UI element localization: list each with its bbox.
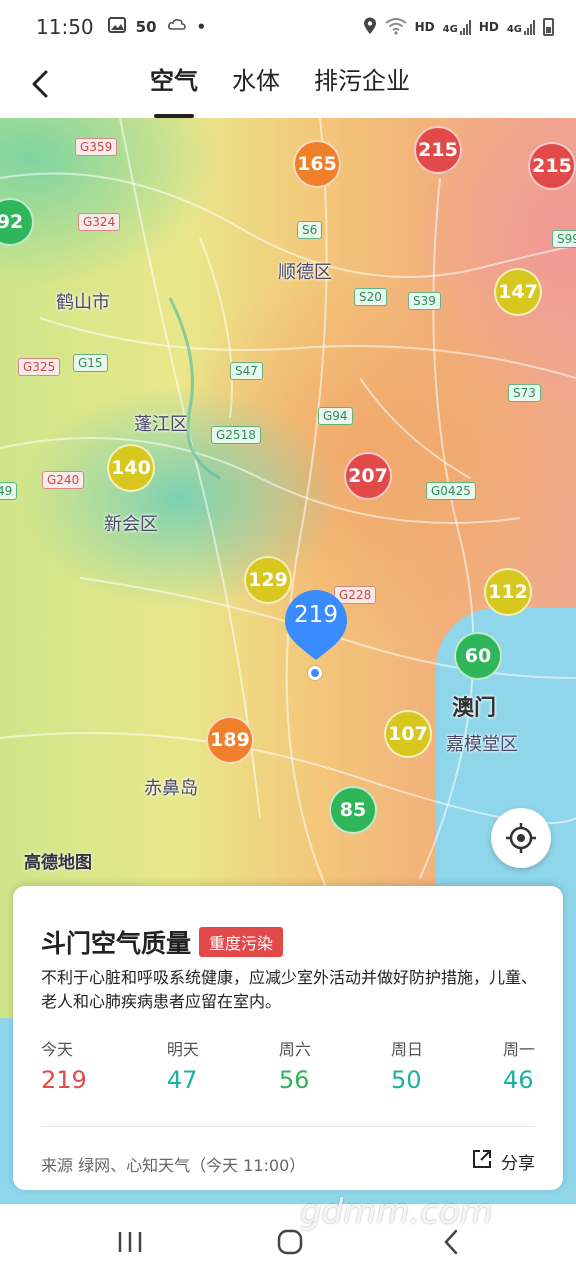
place-label: 新会区 <box>104 514 158 535</box>
forecast-day: 周日 <box>390 1040 423 1059</box>
road-label: S39 <box>408 292 441 310</box>
road-label: 49 <box>0 482 18 500</box>
forecast-value: 219 <box>41 1066 87 1094</box>
status-right-icons: HD 4G HD 4G <box>363 17 554 38</box>
card-header: 斗门空气质量 重度污染 <box>41 924 284 960</box>
location-icon <box>363 17 377 38</box>
aqi-station-marker[interactable]: 165 <box>293 140 341 188</box>
notification-50-icon: 50 <box>135 18 157 36</box>
4g-signal-icon: 4G <box>507 19 535 35</box>
aqi-station-marker[interactable]: 107 <box>384 710 432 758</box>
road-label: S73 <box>508 384 541 402</box>
road-label: G15 <box>73 354 108 372</box>
pollution-level-badge: 重度污染 <box>199 927 284 957</box>
hd-icon: HD <box>414 20 435 34</box>
divider <box>41 1126 535 1127</box>
data-source: 来源 绿网、心知天气（今天 11:00） <box>41 1156 306 1175</box>
forecast-item: 明天 47 <box>167 1036 199 1094</box>
locate-crosshair-icon[interactable] <box>491 808 551 868</box>
road-label: G0425 <box>426 482 476 500</box>
aqi-station-marker[interactable]: 215 <box>528 142 576 190</box>
current-location-dot <box>308 666 322 680</box>
map-provider-logo: 高德地图 <box>24 853 92 873</box>
forecast-item: 周六 56 <box>279 1036 311 1094</box>
forecast-day: 明天 <box>166 1040 199 1059</box>
aqi-forecast: 今天 219 明天 47 周六 56 周日 50 周一 46 <box>41 1036 535 1094</box>
road-label: G94 <box>318 407 353 425</box>
aqi-station-marker[interactable]: 112 <box>484 568 532 616</box>
place-label: 澳门 <box>452 696 497 721</box>
dot-icon: • <box>196 18 207 36</box>
aqi-station-marker[interactable]: 147 <box>494 268 542 316</box>
aqi-station-marker[interactable]: 207 <box>344 452 392 500</box>
road-label: S47 <box>230 362 263 380</box>
forecast-day: 周六 <box>278 1040 311 1059</box>
forecast-value: 56 <box>278 1066 310 1094</box>
forecast-value: 50 <box>390 1066 422 1094</box>
tab-water[interactable]: 水体 <box>232 54 280 118</box>
place-label: 赤鼻岛 <box>144 778 198 799</box>
aqi-station-marker[interactable]: 140 <box>107 444 155 492</box>
recent-apps-icon[interactable] <box>110 1226 150 1258</box>
air-quality-card: 斗门空气质量 重度污染 不利于心脏和呼吸系统健康，应减少室外活动并做好防护措施，… <box>13 886 563 1190</box>
road-label: G240 <box>42 471 85 489</box>
hd-icon: HD <box>478 20 499 34</box>
image-icon <box>107 17 126 37</box>
weather-cloud-icon <box>167 17 187 37</box>
tab-bar: 空气 水体 排污企业 <box>150 54 410 118</box>
card-title: 斗门空气质量 <box>41 929 192 958</box>
forecast-value: 47 <box>166 1066 198 1094</box>
forecast-day: 今天 <box>41 1040 74 1059</box>
aqi-station-marker[interactable]: 60 <box>454 632 502 680</box>
aqi-station-marker[interactable]: 189 <box>206 716 254 764</box>
road-label: S20 <box>354 288 387 306</box>
place-label: 嘉模堂区 <box>446 734 518 755</box>
tab-air[interactable]: 空气 <box>150 54 198 118</box>
aqi-station-marker[interactable]: 85 <box>329 786 377 834</box>
forecast-item: 周日 50 <box>391 1036 423 1094</box>
place-label: 鹤山市 <box>56 292 110 313</box>
share-icon <box>471 1148 493 1175</box>
share-label: 分享 <box>501 1154 535 1174</box>
road-label: G325 <box>18 358 61 376</box>
site-watermark: gdmm.com <box>300 1192 493 1232</box>
status-time: 11:50 <box>36 15 94 39</box>
place-label: 蓬江区 <box>134 414 188 435</box>
tab-polluters[interactable]: 排污企业 <box>314 54 410 118</box>
battery-icon <box>543 18 554 36</box>
road-label: S6 <box>297 221 323 239</box>
current-aqi-value: 219 <box>294 602 338 628</box>
share-button[interactable]: 分享 <box>471 1148 535 1175</box>
health-advice: 不利于心脏和呼吸系统健康，应减少室外活动并做好防护措施，儿童、老人和心肺疾病患者… <box>41 968 538 1011</box>
aqi-station-marker[interactable]: 215 <box>414 126 462 174</box>
road-label: G2518 <box>211 426 261 444</box>
place-label: 顺德区 <box>278 262 332 283</box>
forecast-value: 46 <box>502 1066 534 1094</box>
forecast-item: 周一 46 <box>503 1036 535 1094</box>
road-label: G324 <box>78 213 121 231</box>
forecast-day: 周一 <box>502 1040 535 1059</box>
wifi-icon <box>385 17 407 38</box>
status-bar: 11:50 50 • HD 4G HD 4G <box>0 0 576 54</box>
top-nav: 空气 水体 排污企业 <box>0 54 576 118</box>
chevron-left-icon[interactable] <box>22 64 62 104</box>
forecast-item: 今天 219 <box>41 1036 87 1094</box>
road-label: G359 <box>75 138 118 156</box>
road-label: S99 <box>552 230 576 248</box>
4g-signal-icon: 4G <box>443 19 471 35</box>
